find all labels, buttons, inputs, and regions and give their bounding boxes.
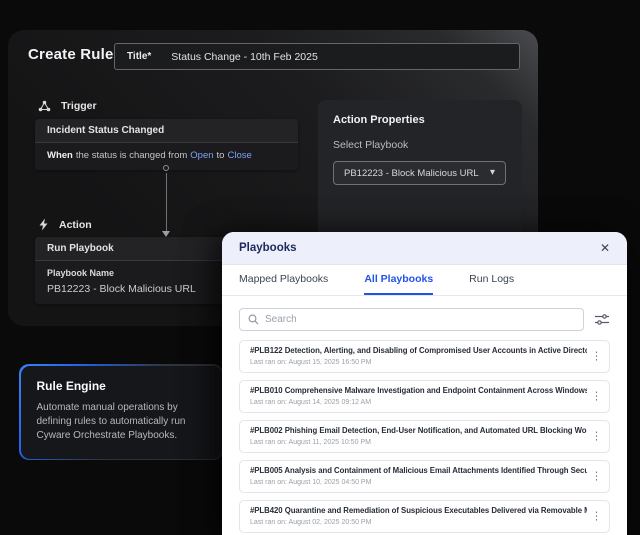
page-title: Create Rule: [28, 46, 114, 63]
connector-line: [166, 173, 167, 231]
playbook-list-item[interactable]: #PLB002 Phishing Email Detection, End-Us…: [239, 420, 610, 453]
tab-all-playbooks[interactable]: All Playbooks: [364, 265, 433, 295]
kebab-menu-icon[interactable]: ⋮: [591, 431, 602, 442]
tab-mapped-playbooks[interactable]: Mapped Playbooks: [239, 265, 328, 295]
rule-engine-card: Rule Engine Automate manual operations b…: [19, 364, 223, 460]
modal-tabs: Mapped Playbooks All Playbooks Run Logs: [222, 265, 627, 296]
action-section-text: Action: [59, 219, 92, 231]
playbook-item-title: #PLB010 Comprehensive Malware Investigat…: [250, 386, 587, 395]
trigger-section-label: Trigger: [38, 100, 97, 112]
playbook-item-title: #PLB420 Quarantine and Remediation of Su…: [250, 506, 587, 515]
playbook-dropdown-value: PB12223 - Block Malicious URL: [344, 168, 479, 179]
playbook-list: #PLB122 Detection, Alerting, and Disabli…: [222, 340, 627, 533]
action-section-label: Action: [38, 218, 92, 231]
kebab-menu-icon[interactable]: ⋮: [591, 391, 602, 402]
trigger-section-text: Trigger: [61, 100, 97, 112]
kebab-menu-icon[interactable]: ⋮: [591, 351, 602, 362]
filter-icon[interactable]: [594, 312, 610, 328]
search-row: [222, 296, 627, 340]
rule-engine-description: Automate manual operations by defining r…: [37, 401, 206, 444]
playbook-item-title: #PLB002 Phishing Email Detection, End-Us…: [250, 426, 587, 435]
tab-run-logs[interactable]: Run Logs: [469, 265, 514, 295]
playbook-list-item[interactable]: #PLB010 Comprehensive Malware Investigat…: [239, 380, 610, 413]
condition-to-link[interactable]: Close: [227, 150, 251, 161]
condition-from-link[interactable]: Open: [190, 150, 213, 161]
playbooks-modal: Playbooks ✕ Mapped Playbooks All Playboo…: [222, 232, 627, 535]
kebab-menu-icon[interactable]: ⋮: [591, 471, 602, 482]
modal-title: Playbooks: [239, 242, 297, 254]
playbook-item-lastran: Last ran on: August 11, 2025 10:50 PM: [250, 439, 587, 446]
title-field-value: Status Change - 10th Feb 2025: [171, 51, 318, 63]
search-box[interactable]: [239, 308, 584, 331]
playbook-item-lastran: Last ran on: August 02, 2025 20:50 PM: [250, 519, 587, 526]
playbook-item-lastran: Last ran on: August 15, 2025 16:50 PM: [250, 359, 587, 366]
lightning-bolt-icon: [38, 218, 49, 231]
connector-dot: [163, 165, 169, 171]
playbook-item-lastran: Last ran on: August 14, 2025 09:12 AM: [250, 399, 587, 406]
rule-engine-title: Rule Engine: [37, 379, 206, 393]
playbook-dropdown[interactable]: PB12223 - Block Malicious URL ▾: [333, 161, 506, 185]
playbook-list-item[interactable]: #PLB122 Detection, Alerting, and Disabli…: [239, 340, 610, 373]
search-icon: [248, 314, 259, 325]
condition-to-word: to: [217, 150, 225, 161]
trigger-card-title: Incident Status Changed: [35, 119, 298, 143]
select-playbook-label: Select Playbook: [333, 139, 507, 151]
condition-when-word: When: [47, 150, 73, 161]
search-input[interactable]: [265, 314, 575, 325]
trigger-icon: [38, 100, 51, 112]
node-connector: [160, 163, 173, 241]
kebab-menu-icon[interactable]: ⋮: [591, 511, 602, 522]
playbook-list-item[interactable]: #PLB005 Analysis and Containment of Mali…: [239, 460, 610, 493]
title-field-label: Title*: [127, 51, 151, 62]
trigger-condition: Whenthe status is changed fromOpentoClos…: [47, 150, 286, 161]
playbook-list-item[interactable]: #PLB420 Quarantine and Remediation of Su…: [239, 500, 610, 533]
chevron-down-icon: ▾: [490, 168, 495, 178]
rule-engine-card-inner: Rule Engine Automate manual operations b…: [21, 366, 222, 459]
playbook-item-title: #PLB005 Analysis and Containment of Mali…: [250, 466, 587, 475]
playbook-item-lastran: Last ran on: August 10, 2025 04:50 PM: [250, 479, 587, 486]
modal-header: Playbooks ✕: [222, 232, 627, 265]
rule-title-field[interactable]: Title* Status Change - 10th Feb 2025: [114, 43, 520, 70]
condition-text: the status is changed from: [76, 150, 187, 161]
playbook-item-title: #PLB122 Detection, Alerting, and Disabli…: [250, 346, 587, 355]
close-icon[interactable]: ✕: [600, 242, 610, 254]
action-properties-title: Action Properties: [333, 114, 507, 126]
